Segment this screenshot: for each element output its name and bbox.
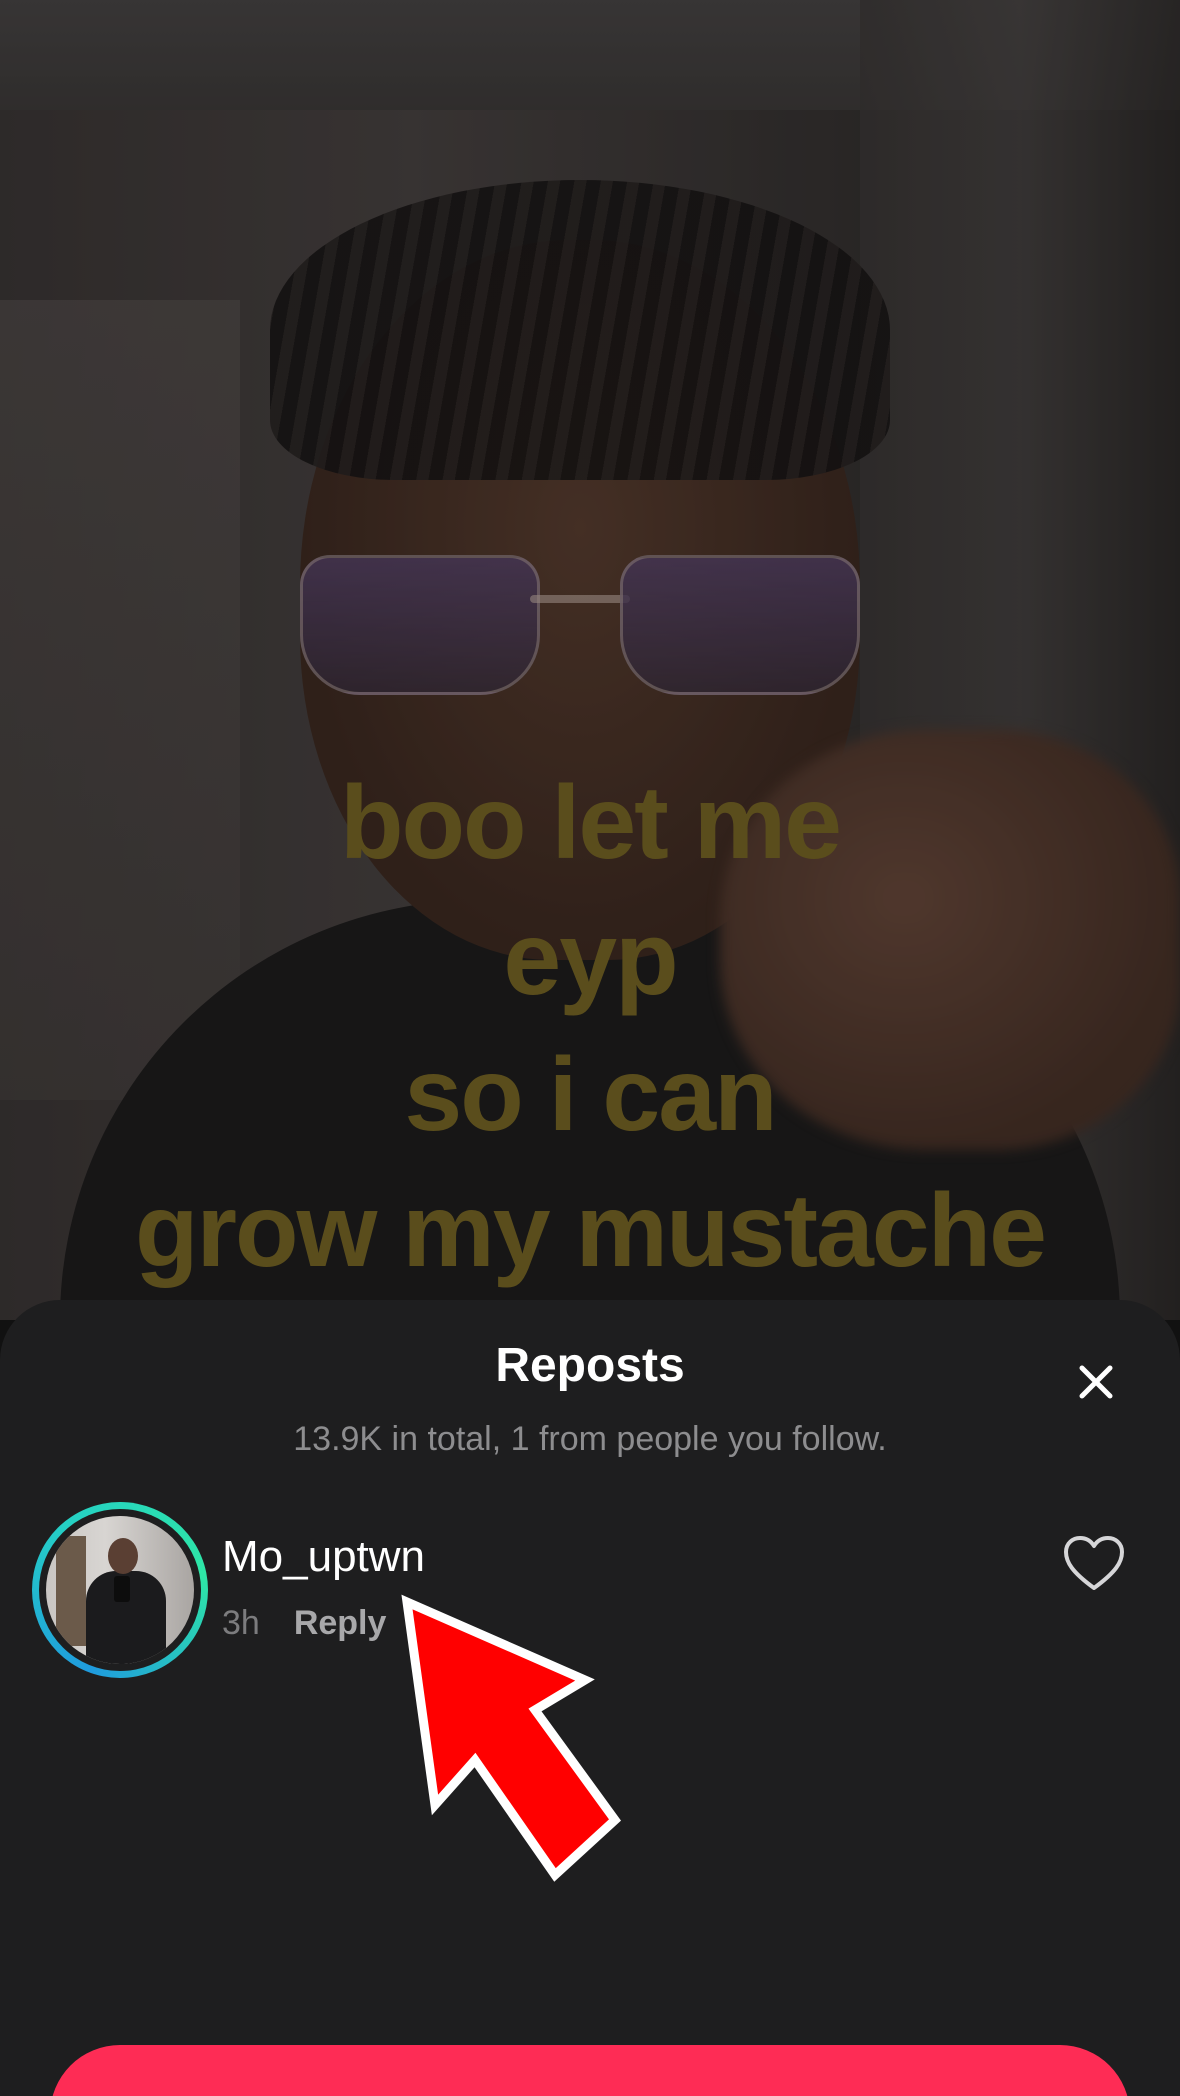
primary-action-button[interactable] [50, 2045, 1130, 2096]
username-link[interactable]: Mo_uptwn [222, 1532, 425, 1582]
video-caption: boo let me eyp so i can grow my mustache [0, 755, 1180, 1299]
sheet-title: Reposts [495, 1339, 685, 1392]
caption-line: grow my mustache [134, 1173, 1047, 1289]
caption-line: so i can [404, 1037, 777, 1153]
like-button[interactable] [1062, 1534, 1126, 1594]
heart-outline-icon [1064, 1536, 1124, 1590]
reply-button[interactable]: Reply [294, 1604, 387, 1642]
close-icon [1079, 1365, 1113, 1399]
avatar-photo [46, 1516, 194, 1664]
avatar[interactable] [32, 1502, 208, 1678]
close-button[interactable] [1066, 1352, 1126, 1412]
annotation-arrow-icon [401, 1594, 622, 1882]
video-player[interactable]: boo let me eyp so i can grow my mustache [0, 0, 1180, 1320]
repost-count-summary: 13.9K in total, 1 from people you follow… [293, 1420, 887, 1458]
caption-line: boo let me [339, 765, 842, 881]
repost-time: 3h [222, 1604, 260, 1642]
repost-meta: 3h Reply [222, 1604, 386, 1643]
caption-line: eyp [503, 901, 678, 1017]
